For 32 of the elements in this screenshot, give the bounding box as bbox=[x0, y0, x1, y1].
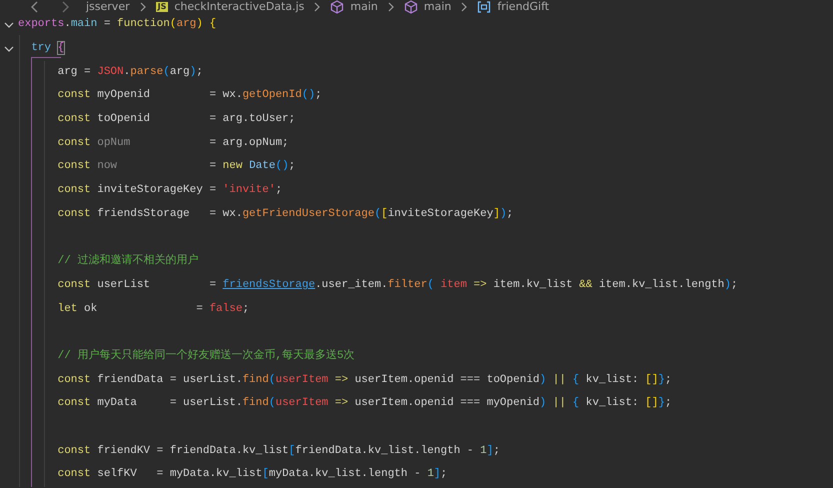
code-line: const opNum = arg.opNum; bbox=[56, 136, 289, 151]
chevron-right-icon bbox=[314, 2, 320, 12]
chevron-right-icon bbox=[388, 2, 394, 12]
code-line: const friendData = userList.find(userItem => userItem.openid === toOpenid) || { kv_list: []}; bbox=[56, 372, 672, 388]
code-line: const inviteStorageKey = 'invite'; bbox=[56, 183, 282, 198]
code-line: const userList = friendsStorage.user_item.filter( item => item.kv_list && item.kv_list.length); bbox=[56, 278, 738, 293]
code-line: const friendsStorage = wx.getFriendUserStorage([inviteStorageKey]); bbox=[56, 206, 514, 222]
code-line: const now = new Date(); bbox=[56, 159, 296, 174]
code-line: const selfKV = myData.kv_list[myData.kv_list.length - 1]; bbox=[56, 467, 448, 482]
code-line: const friendKV = friendData.kv_list[friendData.kv_list.length - 1]; bbox=[56, 444, 500, 459]
js-file-icon: JS bbox=[156, 2, 168, 12]
variable-icon bbox=[477, 0, 492, 14]
code-line: let ok = false; bbox=[56, 302, 250, 317]
breadcrumb-item[interactable]: friendGift bbox=[497, 0, 550, 13]
code-line: const myData = userList.find(userItem => userItem.openid === myOpenid) || { kv_list: []}; bbox=[56, 396, 672, 412]
code-line: exports.main = function(arg) { bbox=[18, 17, 216, 32]
code-line: arg = JSON.parse(arg); bbox=[56, 64, 203, 80]
cube-icon bbox=[404, 0, 418, 14]
chevron-right-icon bbox=[140, 2, 146, 12]
chevron-right-icon bbox=[461, 2, 468, 12]
cube-icon bbox=[330, 0, 344, 14]
fold-chevron-icon[interactable] bbox=[4, 44, 14, 54]
code-line: // 用户每天只能给同一个好友赠送一次金币,每天最多送5次 bbox=[56, 348, 355, 364]
code-line: const myOpenid = wx.getOpenId(); bbox=[56, 88, 322, 104]
breadcrumb-item[interactable]: checkInteractiveData.js bbox=[174, 0, 304, 13]
breadcrumb-item[interactable]: jsserver bbox=[86, 0, 130, 13]
fold-chevron-icon[interactable] bbox=[4, 20, 14, 30]
code-line: // 过滤和邀请不相关的用户 bbox=[56, 254, 198, 270]
breadcrumb-item[interactable]: main bbox=[350, 0, 378, 13]
breadcrumb-item[interactable]: main bbox=[424, 0, 452, 13]
code-line: try { bbox=[30, 41, 64, 56]
code-line: const toOpenid = arg.toUser; bbox=[56, 112, 296, 128]
